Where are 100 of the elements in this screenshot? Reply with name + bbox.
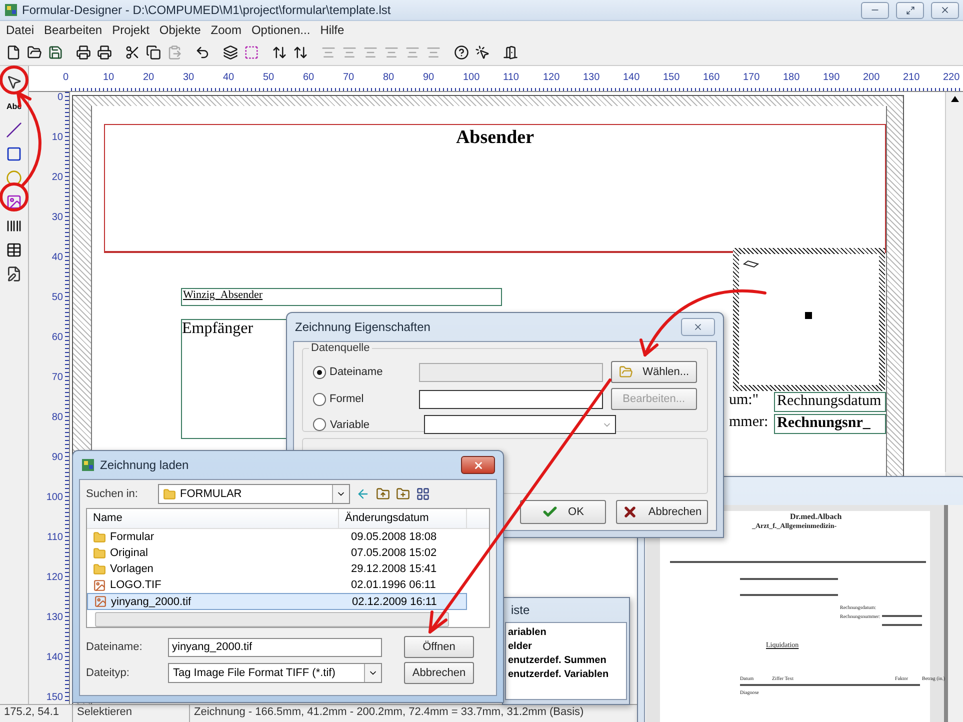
ruler-label: 110	[47, 532, 64, 544]
ruler-label: 20	[143, 71, 156, 85]
look-in-label: Suchen in:	[86, 488, 139, 500]
radio-button[interactable]	[313, 366, 326, 378]
printer-icon[interactable]	[95, 43, 113, 61]
ruler-label: 180	[783, 71, 801, 85]
filename-field[interactable]	[419, 362, 603, 382]
ruler-label: 130	[46, 612, 64, 624]
ruler-label: 70	[343, 71, 356, 85]
ruler-label: 100	[46, 492, 64, 504]
ruler-label: 160	[703, 71, 721, 85]
ruler-label: 150	[46, 692, 64, 704]
menu-item[interactable]: Objekte	[159, 23, 201, 37]
ruler-label: 120	[46, 572, 64, 584]
maximize-button[interactable]	[896, 2, 924, 18]
ruler-label: 70	[52, 372, 64, 384]
file-row[interactable]: Original 07.05.2008 15:02	[87, 545, 467, 562]
status-text: 175.2, 54.1	[0, 705, 73, 722]
window-title: Formular-Designer - D:\COMPUMED\M1\project\formular\template.lst	[22, 3, 392, 17]
context-help-icon[interactable]	[473, 43, 491, 61]
line-tool-icon[interactable]	[4, 120, 24, 140]
ruler-label: 90	[423, 71, 436, 85]
new-folder-icon[interactable]	[396, 487, 410, 501]
ruler-label: 60	[303, 71, 316, 85]
file-name: LOGO.TIF	[110, 579, 162, 592]
help-icon[interactable]	[452, 43, 470, 61]
sender-heading: Absender	[456, 127, 534, 149]
list-item[interactable]: enutzerdef. Summen	[508, 654, 606, 668]
app-icon	[81, 458, 95, 472]
file-row[interactable]: Formular 09.05.2008 18:08	[87, 528, 467, 546]
cancel-button[interactable]: Abbrechen	[616, 500, 708, 524]
look-in-dropdown[interactable]: FORMULAR	[158, 484, 350, 504]
formula-field[interactable]	[419, 390, 603, 408]
maximize-icon	[906, 6, 914, 14]
folder-icon	[93, 546, 106, 560]
field-value: Rechnungsdatum	[774, 392, 886, 412]
copy-icon[interactable]	[144, 43, 162, 61]
cancel-button[interactable]: Abbrechen	[404, 662, 474, 684]
file-row[interactable]: LOGO.TIF 02.01.1996 06:11	[87, 577, 467, 594]
folder-icon	[163, 488, 176, 500]
menu-item[interactable]: Hilfe	[320, 23, 344, 37]
file-row[interactable]: yinyang_2000.tif 02.12.2009 16:11	[87, 593, 467, 610]
file-date: 02.12.2009 16:11	[351, 596, 437, 608]
ruler-label: 50	[263, 71, 276, 85]
list-item[interactable]: enutzerdef. Variablen	[508, 668, 609, 682]
menu-item[interactable]: Datei	[6, 23, 34, 37]
list-item[interactable]: ariablen	[508, 626, 546, 640]
ruler-label: 10	[52, 132, 64, 144]
ruler-label: 10	[103, 71, 116, 85]
close-icon	[693, 322, 703, 332]
ruler-label: 190	[823, 71, 841, 85]
dialog-title: Zeichnung laden	[100, 458, 190, 472]
close-button[interactable]	[461, 456, 495, 474]
ruler-label: 0	[63, 71, 70, 85]
column-header[interactable]: Änderungsdatum	[339, 509, 467, 528]
choose-button[interactable]: Wählen...	[610, 361, 697, 383]
ruler-label: 50	[52, 292, 64, 304]
ruler-label: 80	[383, 71, 396, 85]
radio-label: Dateiname	[330, 366, 384, 378]
handle-icon	[805, 312, 812, 319]
ruler-label: 20	[52, 172, 64, 184]
field-value: Rechnungsnr_	[774, 414, 886, 434]
ruler-label: 90	[52, 452, 64, 464]
menu-item[interactable]: Bearbeiten	[44, 23, 102, 37]
cross-icon	[622, 504, 638, 520]
file-type-label: Dateityp:	[86, 667, 130, 679]
variable-dropdown[interactable]	[424, 415, 616, 434]
menu-item[interactable]: Projekt	[112, 23, 150, 37]
radio-button[interactable]	[313, 418, 326, 431]
file-type-dropdown[interactable]: Tag Image File Format TIFF (*.tif)	[168, 663, 382, 683]
group-title: Datenquelle	[309, 342, 372, 354]
column-header[interactable]: Name	[87, 509, 339, 528]
back-icon[interactable]	[356, 487, 370, 501]
diamond-icon	[743, 260, 759, 268]
ruler-label: 210	[903, 71, 921, 85]
list-item[interactable]: elder	[508, 640, 532, 654]
ok-button[interactable]: OK	[520, 500, 606, 524]
printer-icon[interactable]	[74, 43, 92, 61]
file-date: 07.05.2008 15:02	[350, 547, 437, 560]
menu-item[interactable]: Optionen...	[251, 23, 310, 37]
ruler-label: 170	[743, 71, 761, 85]
ruler-label: 30	[183, 71, 196, 85]
door-icon[interactable]	[501, 43, 519, 61]
ruler-label: 200	[863, 71, 881, 85]
ruler-label: 100	[463, 71, 481, 85]
open-button[interactable]: Öffnen	[404, 636, 474, 658]
status-text: Selektieren	[73, 705, 190, 722]
filename-field[interactable]: yinyang_2000.tif	[168, 638, 382, 656]
horizontal-scrollbar[interactable]	[95, 612, 449, 627]
folder-up-icon[interactable]	[376, 487, 390, 501]
ruler-label: 30	[52, 212, 64, 224]
scroll-up-icon[interactable]	[950, 96, 958, 102]
file-name: Original	[110, 547, 148, 560]
layers-icon[interactable]	[221, 43, 239, 61]
ruler-label: 0	[57, 92, 64, 104]
file-date: 29.12.2008 15:41	[350, 563, 437, 576]
app-icon	[4, 3, 18, 17]
menu-item[interactable]: Zoom	[210, 23, 242, 37]
view-menu-icon[interactable]	[416, 487, 430, 501]
file-row[interactable]: Vorlagen 29.12.2008 15:41	[87, 561, 467, 578]
